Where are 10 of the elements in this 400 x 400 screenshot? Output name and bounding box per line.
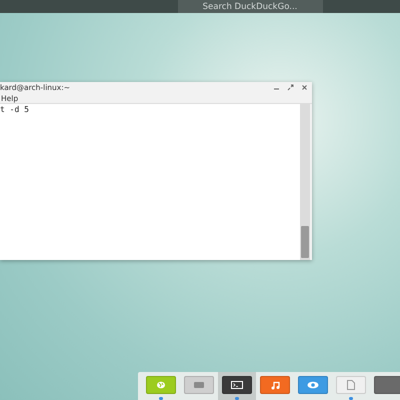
folder-app-icon[interactable] xyxy=(184,376,214,394)
terminal-app-icon[interactable] xyxy=(222,376,252,394)
terminal-line: t -d 5 xyxy=(0,105,30,114)
eye-app-icon[interactable] xyxy=(298,376,328,394)
maximize-icon[interactable] xyxy=(287,84,294,91)
scrollbar[interactable] xyxy=(300,104,310,260)
close-icon[interactable] xyxy=(301,84,308,91)
music-app-icon[interactable] xyxy=(260,376,290,394)
search-field[interactable]: Search DuckDuckGo... xyxy=(178,0,322,13)
file-app-icon[interactable] xyxy=(336,376,366,394)
